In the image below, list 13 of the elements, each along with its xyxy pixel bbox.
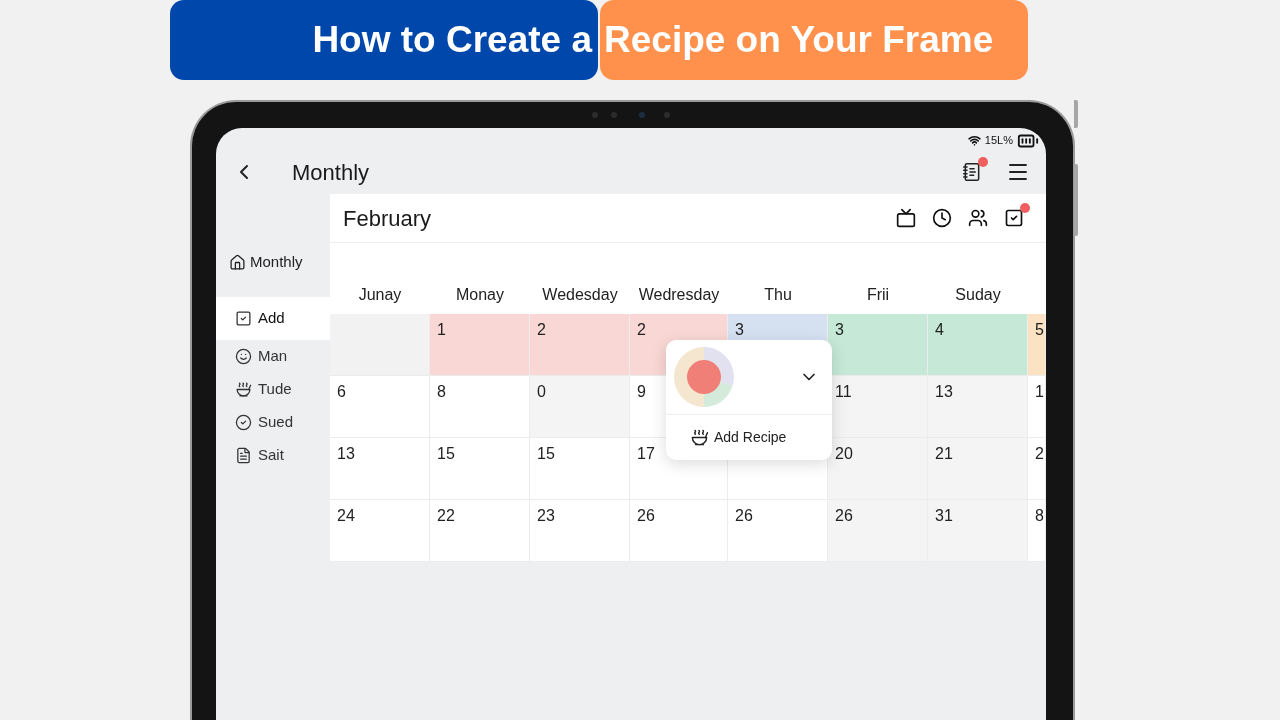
weekday-label: Suday <box>955 285 1001 305</box>
weekday-label: Wedresday <box>638 285 720 305</box>
weekday-label: Thu <box>764 285 792 305</box>
weekday-label: Monay <box>456 285 504 305</box>
page-title: Monthly <box>292 158 370 187</box>
month-title: February <box>343 204 432 233</box>
weekday-label: Junay <box>358 285 402 305</box>
banner-heading: How to Create a <box>170 0 598 80</box>
weekday-label: Wedesday <box>542 285 618 305</box>
banner-heading: Recipe on Your Frame <box>600 0 1028 80</box>
battery-level: 15L% <box>984 133 1013 149</box>
sidebar-heading: Monthly <box>250 251 303 272</box>
weekday-label: Frii <box>866 285 890 305</box>
